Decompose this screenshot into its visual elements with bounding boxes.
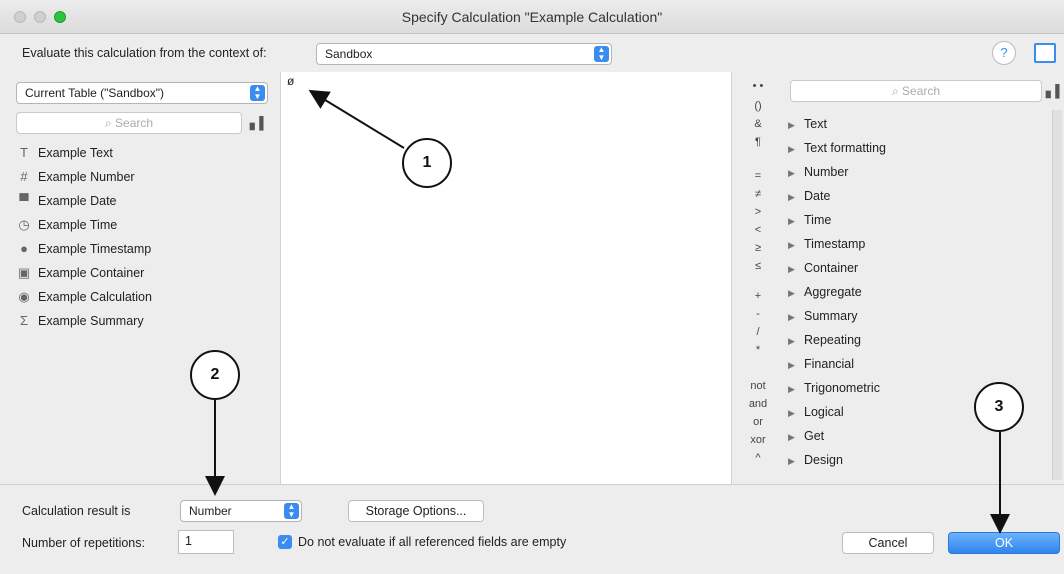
callout-2: 2 (190, 350, 240, 400)
callout-3: 3 (974, 382, 1024, 432)
callout-1: 1 (402, 138, 452, 188)
annotation-arrows (205, 89, 1010, 534)
callout-1-arrow (308, 89, 405, 149)
